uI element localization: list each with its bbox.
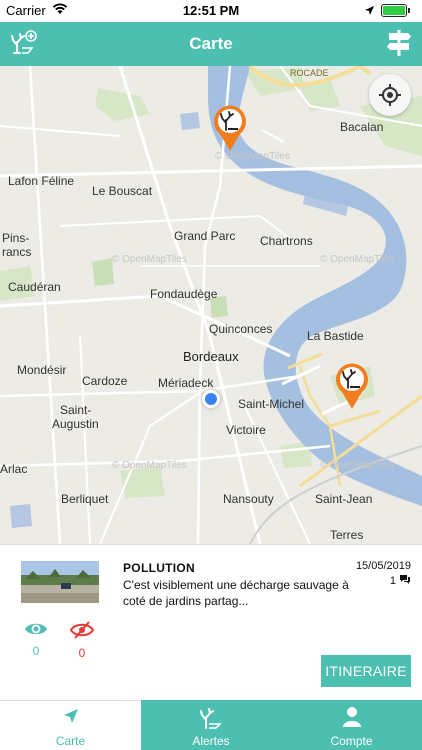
map-label-la-bastide: La Bastide	[307, 329, 364, 343]
tab-alerts-label: Alertes	[192, 734, 230, 748]
map-attribution: © OpenMapTiles	[112, 460, 187, 471]
signpost-button[interactable]	[386, 28, 412, 58]
alert-detail-card[interactable]: POLLUTION C'est visiblement une décharge…	[0, 544, 422, 700]
map-label-saint-jean: Saint-Jean	[315, 492, 373, 506]
map-attribution: © OpenMapTiles	[320, 254, 395, 265]
battery-icon	[381, 4, 410, 17]
tab-account[interactable]: Compte	[281, 700, 422, 750]
tab-account-label: Compte	[330, 734, 373, 748]
locate-me-button[interactable]	[369, 74, 411, 116]
user-icon	[342, 707, 361, 727]
alert-marker[interactable]	[334, 362, 370, 410]
comments-icon	[400, 575, 410, 584]
map-label-mondesir: Mondésir	[17, 363, 67, 377]
map-label-nansouty: Nansouty	[223, 492, 274, 506]
location-arrow-icon	[364, 4, 375, 19]
itinerary-button[interactable]: ITINERAIRE	[321, 655, 411, 687]
navigation-bar: Carte	[0, 22, 422, 66]
crosshair-icon	[379, 84, 401, 106]
comment-count: 1	[389, 575, 396, 587]
map-label-le-bouscat: Le Bouscat	[92, 184, 153, 198]
map-label-fondaudege: Fondaudège	[150, 287, 218, 301]
map-view[interactable]: ROCADE Bacalan Lafon Féline Le Bouscat G…	[0, 66, 422, 544]
map-label-meriadeck: Mériadeck	[158, 376, 214, 390]
tab-alerts[interactable]: Alertes	[141, 700, 281, 750]
map-label-cauderan: Caudéran	[8, 280, 61, 294]
map-label-rocade: ROCADE	[290, 68, 329, 78]
map-label-quinconces: Quinconces	[209, 322, 273, 336]
map-label-arlac: Arlac	[0, 462, 28, 476]
map-tiles	[0, 66, 422, 544]
map-label-terres: Terres	[330, 528, 364, 542]
map-label-bordeaux: Bordeaux	[183, 349, 239, 364]
map-label-saint-augustin-line2: Augustin	[52, 417, 99, 431]
map-attribution: © OpenMapTiles	[112, 254, 187, 265]
not-seen-counter[interactable]: 0	[69, 621, 95, 660]
tab-map-label: Carte	[55, 734, 86, 748]
map-label-rancs: rancs	[2, 245, 32, 259]
comment-counter[interactable]: 1	[390, 574, 411, 587]
map-label-chartrons: Chartrons	[260, 234, 313, 248]
eye-slash-icon	[69, 621, 95, 639]
map-label-bacalan: Bacalan	[340, 120, 384, 134]
dead-tree-pin-icon	[214, 105, 246, 151]
dead-tree-icon	[200, 708, 222, 729]
map-label-pins: Pins-	[2, 231, 30, 245]
dead-tree-pin-icon	[336, 363, 368, 409]
map-attribution: © OpenMapTiles	[320, 460, 395, 471]
alert-photo[interactable]	[21, 561, 99, 603]
alert-date: 15/05/2019	[355, 560, 411, 572]
page-title: Carte	[189, 34, 233, 53]
map-label-cardoze: Cardoze	[82, 374, 128, 388]
eye-icon	[25, 623, 47, 635]
clock: 12:51 PM	[182, 3, 240, 18]
not-seen-count: 0	[78, 646, 86, 660]
map-label-grand-parc: Grand Parc	[174, 229, 236, 243]
map-label-saint-augustin-line1: Saint-	[60, 403, 92, 417]
map-label-berliquet: Berliquet	[61, 492, 109, 506]
signpost-icon	[387, 30, 411, 56]
alert-category: POLLUTION	[123, 561, 196, 575]
map-label-saint-michel: Saint-Michel	[238, 397, 305, 411]
alert-description: C'est visiblement une décharge sauvage à…	[123, 578, 349, 608]
user-location-dot	[202, 390, 220, 408]
seen-count: 0	[32, 644, 40, 658]
map-label-victoire: Victoire	[226, 423, 266, 437]
map-label-lafon-feline: Lafon Féline	[8, 174, 75, 188]
tab-map[interactable]: Carte	[0, 700, 141, 750]
navigation-arrow-icon	[63, 709, 78, 723]
status-bar: Carrier 12:51 PM	[0, 0, 422, 22]
map-attribution: © OpenMapTiles	[215, 151, 290, 162]
tab-bar: Carte Alertes Compte	[0, 700, 422, 750]
alert-marker[interactable]	[212, 104, 248, 152]
seen-counter[interactable]: 0	[24, 621, 48, 658]
